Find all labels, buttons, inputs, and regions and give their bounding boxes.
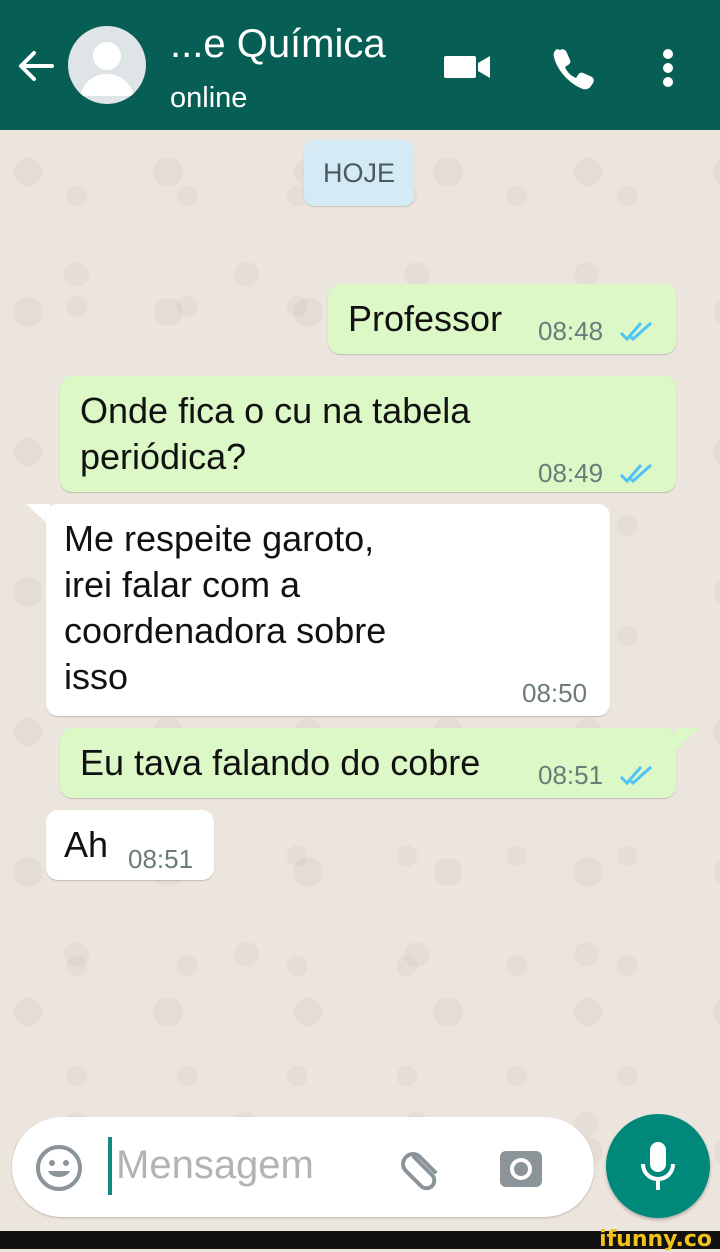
emoji-icon[interactable] [34,1143,84,1193]
message-text: Eu tava falando do cobre [80,742,481,783]
incoming-message[interactable]: Ah 08:51 [46,810,214,880]
text-cursor [108,1137,112,1195]
message-meta: 08:48 [538,308,657,354]
bubble-tail [676,728,700,750]
voice-record-button[interactable] [606,1114,710,1218]
contact-name[interactable]: ...e Química [170,22,386,67]
incoming-message[interactable]: Me respeite garoto, irei falar com a coo… [46,504,610,716]
contact-status: online [170,82,248,114]
message-meta: 08:49 [538,450,657,496]
read-receipt-icon [620,321,653,342]
watermark-bar: ifunny.co [0,1227,720,1252]
message-line: irei falar com a [64,564,301,605]
back-arrow-icon[interactable] [14,44,58,88]
attach-icon[interactable] [398,1143,448,1193]
microphone-icon [641,1142,675,1190]
phone-call-icon[interactable] [550,44,598,97]
message-text: Ah [64,824,109,865]
outgoing-message[interactable]: Professor 08:48 [328,284,676,354]
message-line: Onde fica o cu na tabela [80,390,471,431]
watermark-logo: ifunny.co [599,1227,712,1252]
message-meta: 08:51 [538,752,657,798]
message-text: Professor [348,298,503,339]
video-call-icon[interactable] [440,44,494,93]
message-time: 08:49 [538,458,604,488]
outgoing-message[interactable]: Onde fica o cu na tabela periódica? 08:4… [60,376,676,492]
message-time: 08:50 [522,678,588,708]
camera-icon[interactable] [496,1143,546,1193]
read-receipt-icon [620,463,653,484]
message-time: 08:51 [128,844,194,874]
message-composer[interactable]: Mensagem [12,1117,594,1217]
message-line: coordenadora sobre [64,610,387,651]
message-line: isso [64,656,129,697]
message-input[interactable]: Mensagem [116,1143,314,1188]
date-divider: HOJE [304,140,414,206]
contact-avatar[interactable] [68,26,146,104]
message-time: 08:48 [538,316,604,346]
chat-header: ...e Química online [0,0,720,130]
message-time: 08:51 [538,760,604,790]
message-list[interactable]: HOJE Professor 08:48 Onde fica o cu na t… [0,130,720,1231]
outgoing-message[interactable]: Eu tava falando do cobre 08:51 [60,728,676,798]
message-line: periódica? [80,436,247,477]
message-meta: 08:51 [128,836,193,882]
read-receipt-icon [620,765,653,786]
message-meta: 08:50 [522,670,587,716]
more-options-icon[interactable] [656,44,680,97]
message-line: Me respeite garoto, [64,518,375,559]
default-avatar-icon [80,42,134,96]
